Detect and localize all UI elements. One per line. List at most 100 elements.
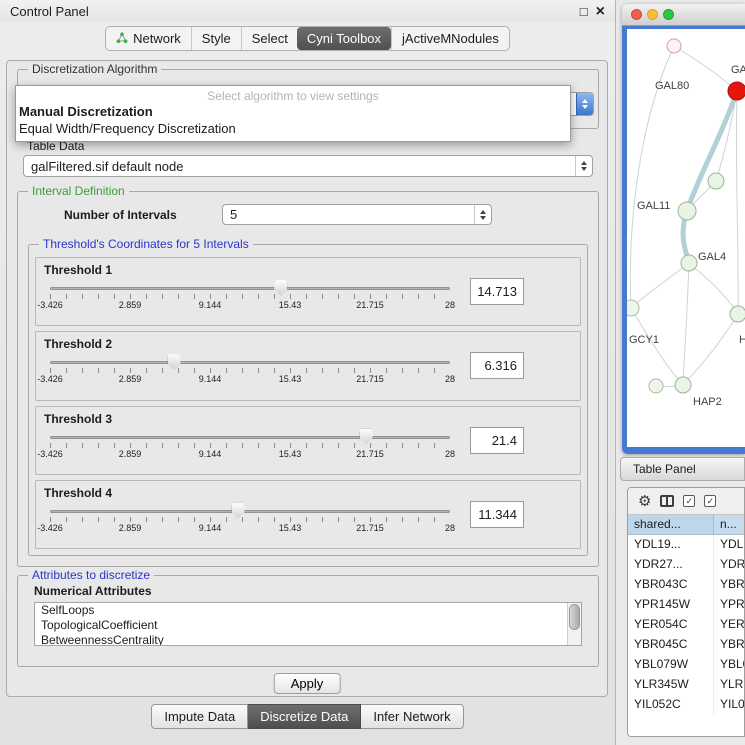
threshold-value-field[interactable]: 14.713 <box>470 278 524 305</box>
tab-discretize-data[interactable]: Discretize Data <box>248 704 361 729</box>
threshold-slider[interactable]: -3.4262.8599.14415.4321.71528 <box>50 510 450 534</box>
cell-shared-name[interactable]: YLR345W <box>628 675 714 695</box>
number-of-intervals-combobox[interactable]: 5 <box>222 204 492 225</box>
tab-network[interactable]: Network <box>106 27 191 50</box>
tab-cyni-toolbox[interactable]: Cyni Toolbox <box>297 27 391 50</box>
threshold-block: Threshold 1-3.4262.8599.14415.4321.71528… <box>35 257 581 326</box>
cell-name[interactable]: YER0... <box>714 615 744 635</box>
table-row[interactable]: YPR145WYPR1... <box>628 595 744 615</box>
threshold-slider[interactable]: -3.4262.8599.14415.4321.71528 <box>50 361 450 385</box>
tab-impute-data[interactable]: Impute Data <box>151 704 248 729</box>
network-window-titlebar[interactable] <box>622 4 745 26</box>
slider-track[interactable] <box>50 361 450 364</box>
apply-button[interactable]: Apply <box>274 673 341 694</box>
table-panel-header[interactable]: Table Panel <box>620 457 745 481</box>
close-traffic-light-icon[interactable] <box>631 9 642 20</box>
network-node[interactable] <box>678 202 696 220</box>
table-row[interactable]: YIL052CYIL0... <box>628 695 744 715</box>
cell-shared-name[interactable]: YPR145W <box>628 595 714 615</box>
combobox-arrows-icon <box>575 156 592 176</box>
network-node[interactable] <box>681 255 697 271</box>
dropdown-option-manual-discretization[interactable]: Manual Discretization <box>16 103 570 120</box>
cell-name[interactable]: YBL0... <box>714 655 744 675</box>
slider-ticks <box>50 294 450 299</box>
dropdown-option-equal-width-frequency[interactable]: Equal Width/Frequency Discretization <box>16 120 570 137</box>
cell-shared-name[interactable]: YBL079W <box>628 655 714 675</box>
close-window-icon[interactable]: × <box>596 5 605 18</box>
tab-infer-network[interactable]: Infer Network <box>361 704 463 729</box>
checkbox-icon[interactable]: ✓ <box>683 495 695 507</box>
network-node[interactable] <box>708 173 724 189</box>
network-node[interactable] <box>667 39 681 53</box>
table-row[interactable]: YBR045CYBR0... <box>628 635 744 655</box>
table-row[interactable]: YDR27...YDR2... <box>628 555 744 575</box>
table-row[interactable]: YDL19...YDL1... <box>628 535 744 555</box>
tick-label: 21.715 <box>356 374 384 384</box>
column-header-name[interactable]: n... <box>714 515 744 534</box>
list-scrollbar[interactable] <box>567 603 581 645</box>
gear-icon[interactable]: ⚙ <box>638 494 651 509</box>
column-header-shared-name[interactable]: shared... <box>628 515 714 534</box>
table-data-combobox[interactable]: galFiltered.sif default node <box>23 155 593 177</box>
cell-name[interactable]: YPR1... <box>714 595 744 615</box>
slider-track[interactable] <box>50 510 450 513</box>
network-node[interactable] <box>728 82 745 100</box>
checkbox-icon[interactable]: ✓ <box>704 495 716 507</box>
network-node-label: GAL4 <box>698 251 726 263</box>
network-node[interactable] <box>649 379 663 393</box>
slider-tick-labels: -3.4262.8599.14415.4321.71528 <box>50 523 450 534</box>
cell-name[interactable]: YDL1... <box>714 535 744 555</box>
slider-track[interactable] <box>50 287 450 290</box>
cell-name[interactable]: YLR3... <box>714 675 744 695</box>
table-row[interactable]: YER054CYER0... <box>628 615 744 635</box>
threshold-slider[interactable]: -3.4262.8599.14415.4321.71528 <box>50 287 450 311</box>
control-panel-titlebar[interactable]: Control Panel □ × <box>0 0 615 22</box>
table-row[interactable]: YBL079WYBL0... <box>628 655 744 675</box>
network-node[interactable] <box>627 300 639 316</box>
tab-label: Network <box>133 31 181 46</box>
table-row[interactable]: YBR043CYBR0... <box>628 575 744 595</box>
slider-track[interactable] <box>50 436 450 439</box>
cell-shared-name[interactable]: YDR27... <box>628 555 714 575</box>
cell-name[interactable]: YIL0... <box>714 695 744 715</box>
threshold-slider[interactable]: -3.4262.8599.14415.4321.71528 <box>50 436 450 460</box>
network-node[interactable] <box>675 377 691 393</box>
cell-shared-name[interactable]: YIL052C <box>628 695 714 715</box>
cell-name[interactable]: YBR0... <box>714 635 744 655</box>
threshold-value-field[interactable]: 11.344 <box>470 501 524 528</box>
attribute-list-item[interactable]: SelfLoops <box>35 603 581 618</box>
tab-select[interactable]: Select <box>241 27 298 50</box>
attribute-list-item[interactable]: TopologicalCoefficient <box>35 618 581 633</box>
attribute-list-item[interactable]: BetweennessCentrality <box>35 633 581 646</box>
table-row[interactable]: YLR345WYLR3... <box>628 675 744 695</box>
minimize-traffic-light-icon[interactable] <box>647 9 658 20</box>
cell-name[interactable]: YDR2... <box>714 555 744 575</box>
group-title: Interval Definition <box>28 184 129 198</box>
cell-shared-name[interactable]: YER054C <box>628 615 714 635</box>
tick-label: 15.43 <box>279 374 302 384</box>
float-window-icon[interactable]: □ <box>580 5 588 18</box>
slider-ticks <box>50 443 450 448</box>
tick-label: -3.426 <box>37 300 63 310</box>
threshold-value-field[interactable]: 6.316 <box>470 352 524 379</box>
network-canvas[interactable]: GAL80GAGAL11GAL4GCY1HHAP2 <box>627 29 745 447</box>
cell-shared-name[interactable]: YBR045C <box>628 635 714 655</box>
tab-style[interactable]: Style <box>191 27 241 50</box>
network-node[interactable] <box>730 306 745 322</box>
tab-jactivemnodules[interactable]: jActiveMNodules <box>391 27 509 50</box>
tick-label: -3.426 <box>37 523 63 533</box>
control-panel-window: Control Panel □ × Network Style Select C… <box>0 0 616 745</box>
tick-label: 15.43 <box>279 300 302 310</box>
network-view-window: GAL80GAGAL11GAL4GCY1HHAP2 <box>622 4 745 454</box>
cell-shared-name[interactable]: YDL19... <box>628 535 714 555</box>
group-title: Attributes to discretize <box>28 568 154 582</box>
zoom-traffic-light-icon[interactable] <box>663 9 674 20</box>
scrollbar-thumb[interactable] <box>569 604 580 630</box>
column-view-icon[interactable] <box>660 495 674 507</box>
threshold-value-field[interactable]: 21.4 <box>470 427 524 454</box>
cell-shared-name[interactable]: YBR043C <box>628 575 714 595</box>
network-node-label: HAP2 <box>693 396 722 408</box>
numerical-attributes-list[interactable]: SelfLoopsTopologicalCoefficientBetweenne… <box>34 602 582 646</box>
network-node-label: GAL80 <box>655 80 689 92</box>
cell-name[interactable]: YBR0... <box>714 575 744 595</box>
